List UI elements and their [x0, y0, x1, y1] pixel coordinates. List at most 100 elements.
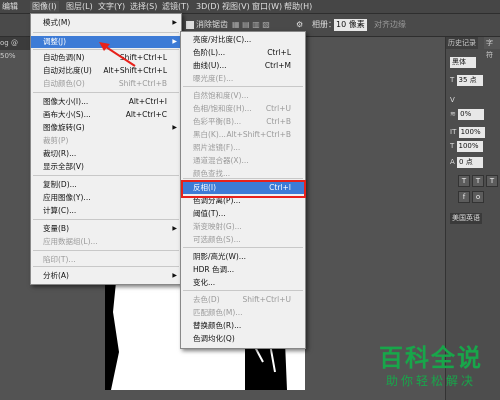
tab-character[interactable]: 字符	[484, 37, 500, 59]
adjust-menu-item: 去色(D) Shift+Ctrl+U	[181, 294, 305, 306]
font-size-icon: T	[450, 76, 455, 84]
image-menu-item[interactable]: 显示全部(V)	[31, 161, 181, 173]
submenu-arrow-icon: ▶	[172, 19, 177, 26]
adjust-menu-item-label: 替换颜色(R)...	[193, 321, 242, 330]
image-menu-item[interactable]: 模式(M) ▶	[31, 17, 181, 29]
tool-icons: ▦ ▤ ▥ ▧	[232, 20, 270, 29]
adjust-menu-item[interactable]: 替换颜色(R)...	[181, 320, 305, 332]
menu-separator	[183, 178, 303, 179]
menu-separator	[183, 290, 303, 291]
menu-separator	[183, 86, 303, 87]
allcaps-icon[interactable]: T	[486, 175, 498, 187]
watermark-logo: 百科全说 助你轻松解决	[368, 338, 494, 396]
tracking-field[interactable]: 0%	[458, 109, 485, 120]
adjust-menu-item[interactable]: 阴影/高光(W)...	[181, 251, 305, 263]
menu-separator	[33, 250, 179, 251]
image-menu-item: 应用数据组(L)...	[31, 236, 181, 248]
adjust-menu-item-label: 亮度/对比度(C)...	[193, 35, 252, 44]
adjust-menu-item-shortcut: Alt+Shift+Ctrl+B	[226, 130, 291, 139]
menu-filter[interactable]: 滤镜(T)	[162, 1, 189, 12]
menu-layer[interactable]: 图层(L)	[66, 1, 93, 12]
ordinal-icon[interactable]: o	[472, 191, 484, 203]
adjust-menu-item: 色彩平衡(B)... Ctrl+B	[181, 116, 305, 128]
font-family-select[interactable]: 黑体	[450, 57, 476, 68]
menu-image[interactable]: 图像(I)	[30, 1, 59, 12]
image-menu-item[interactable]: 复制(D)...	[31, 179, 181, 191]
image-menu-item-label: 自动色调(N)	[43, 53, 85, 62]
menu-separator	[183, 247, 303, 248]
menu-type[interactable]: 文字(Y)	[98, 1, 125, 12]
image-menu-item[interactable]: 分析(A) ▶	[31, 270, 181, 282]
image-menu-item-label: 模式(M)	[43, 18, 71, 27]
radius-field[interactable]: 10 像素	[334, 19, 367, 31]
image-menu-item-label: 变量(B)	[43, 224, 69, 233]
baseline-icon: A	[450, 158, 455, 166]
menu-help[interactable]: 帮助(H)	[284, 1, 312, 12]
adjust-menu-item[interactable]: 阈值(T)...	[181, 208, 305, 220]
menu-window[interactable]: 窗口(W)	[252, 1, 282, 12]
menu-select[interactable]: 选择(S)	[130, 1, 157, 12]
arrow-icon	[99, 42, 136, 67]
kerning-icon: V	[450, 96, 455, 104]
image-menu-item[interactable]: 变量(B) ▶	[31, 223, 181, 235]
adjust-menu-item-label: 曝光度(E)...	[193, 74, 234, 83]
image-menu-item[interactable]: 裁切(R)...	[31, 148, 181, 160]
document-tab[interactable]: og @ 50%	[0, 37, 30, 60]
adjust-menu-item-shortcut: Ctrl+B	[266, 117, 291, 126]
italic-icon[interactable]: T	[472, 175, 484, 187]
adjust-menu-item[interactable]: 亮度/对比度(C)...	[181, 34, 305, 46]
radius-label: 相册：	[312, 20, 336, 29]
adjust-menu-item-label: 自然饱和度(V)...	[193, 91, 249, 100]
adjust-menu-item-label: 曲线(U)...	[193, 61, 227, 70]
horizontal-scale-field[interactable]: 100%	[456, 141, 483, 152]
image-menu-item[interactable]: 图像旋转(G) ▶	[31, 122, 181, 134]
adjust-menu-item-label: 阈值(T)...	[193, 209, 226, 218]
tab-history[interactable]: 历史记录	[446, 37, 478, 49]
image-menu-item[interactable]: 应用图像(Y)...	[31, 192, 181, 204]
image-menu-item[interactable]: 图像大小(I)... Alt+Ctrl+I	[31, 96, 181, 108]
adjust-menu-item[interactable]: 色调均化(Q)	[181, 333, 305, 345]
adjust-menu-item: 曝光度(E)...	[181, 73, 305, 85]
adjust-menu-item: 黑白(K)... Alt+Shift+Ctrl+B	[181, 129, 305, 141]
horizontal-scale-icon: T	[450, 142, 455, 150]
align-edges-label[interactable]: 对齐边缘	[374, 19, 406, 31]
bold-icon[interactable]: T	[458, 175, 470, 187]
adjust-menu-item-shortcut: Ctrl+M	[264, 61, 291, 70]
image-menu-item[interactable]: 计算(C)...	[31, 205, 181, 217]
tracking-icon: ≋	[450, 110, 456, 118]
submenu-arrow-icon: ▶	[172, 272, 177, 279]
adjust-menu-item[interactable]: 变化...	[181, 277, 305, 289]
image-menu-item-label: 图像旋转(G)	[43, 123, 85, 132]
menu-view[interactable]: 视图(V)	[222, 1, 250, 12]
gear-icon[interactable]: ⚙	[296, 19, 303, 31]
image-menu-item-shortcut: Alt+Ctrl+I	[128, 97, 167, 106]
image-menu-item-label: 画布大小(S)...	[43, 110, 91, 119]
invert-highlight-box	[181, 180, 306, 198]
font-size-field[interactable]: 35 点	[456, 75, 483, 86]
adjust-menu-item[interactable]: 色阶(L)... Ctrl+L	[181, 47, 305, 59]
menu-edit[interactable]: 编辑	[2, 1, 18, 12]
menu-bar: 编辑 图像(I) 图层(L) 文字(Y) 选择(S) 滤镜(T) 3D(D) 视…	[0, 0, 500, 14]
image-menu-item-label: 自动颜色(O)	[43, 79, 85, 88]
adjust-menu-item: 色相/饱和度(H)... Ctrl+U	[181, 103, 305, 115]
adjust-menu-item-label: 色阶(L)...	[193, 48, 226, 57]
image-menu-item-label: 显示全部(V)	[43, 162, 84, 171]
fi-ligature-icon[interactable]: f	[458, 191, 470, 203]
baseline-field[interactable]: 0 点	[457, 157, 484, 168]
image-menu-item[interactable]: 画布大小(S)... Alt+Ctrl+C	[31, 109, 181, 121]
menu-3d[interactable]: 3D(D)	[196, 1, 220, 12]
vertical-scale-field[interactable]: 100%	[458, 127, 485, 138]
adjust-menu-item-label: 可选颜色(S)...	[193, 235, 241, 244]
submenu-arrow-icon: ▶	[172, 124, 177, 131]
menu-separator	[33, 32, 179, 33]
image-menu-item-label: 调整(J)	[43, 37, 67, 46]
adjust-menu-item[interactable]: HDR 色调...	[181, 264, 305, 276]
adjust-menu-item[interactable]: 曲线(U)... Ctrl+M	[181, 60, 305, 72]
adjust-menu-item-label: 色调均化(Q)	[193, 334, 235, 343]
submenu-arrow-icon: ▶	[172, 38, 177, 45]
language-select[interactable]: 美国英语	[450, 213, 482, 224]
adjust-menu-item: 渐变映射(G)...	[181, 221, 305, 233]
adjust-menu-item-label: 色彩平衡(B)...	[193, 117, 242, 126]
adjust-menu-item: 可选颜色(S)...	[181, 234, 305, 246]
antialias-checkbox[interactable]: 消除锯齿	[186, 19, 228, 31]
